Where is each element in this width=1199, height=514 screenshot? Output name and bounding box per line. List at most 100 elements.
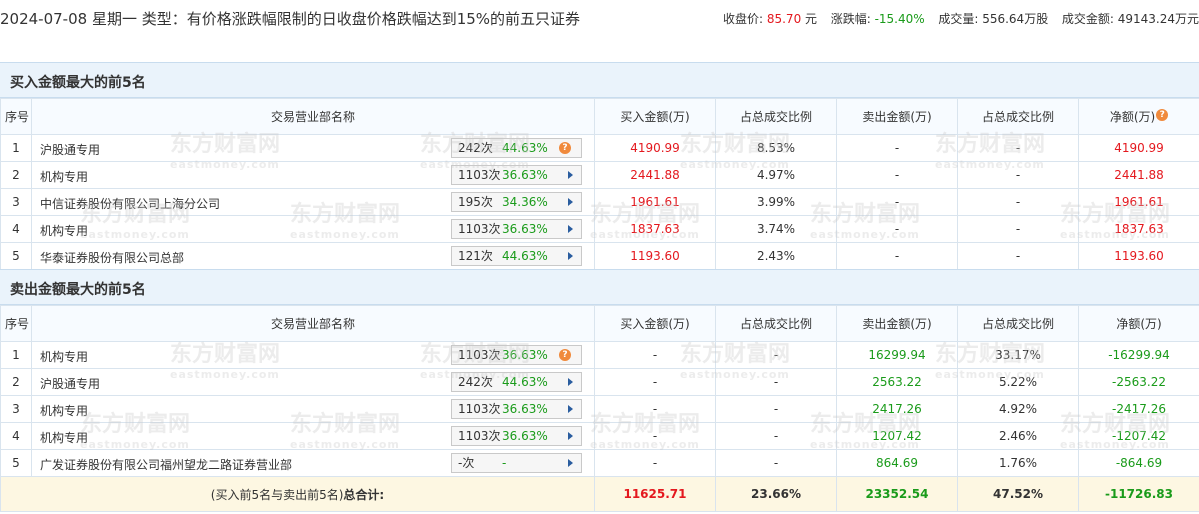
dept-name-link[interactable]: 沪股通专用	[40, 375, 100, 392]
sell-amount: 1207.42	[836, 422, 958, 450]
buy-ratio: -	[715, 341, 837, 369]
buy-amount: -	[594, 395, 716, 423]
row-seq: 5	[0, 242, 32, 270]
help-icon[interactable]: ?	[559, 349, 571, 361]
dept-cell: 沪股通专用 242次 44.63%	[31, 368, 595, 396]
buy-amount: 4190.99	[594, 134, 716, 162]
dept-stats-badge[interactable]: 1103次 36.63%	[451, 165, 582, 185]
play-arrow-icon[interactable]	[568, 432, 573, 440]
play-arrow-icon[interactable]	[568, 252, 573, 260]
buy-table-header: 序号 交易营业部名称 买入金额(万) 占总成交比例 卖出金额(万) 占总成交比例…	[0, 98, 1199, 135]
dept-name-link[interactable]: 机构专用	[40, 168, 88, 185]
col-sell-ratio: 占总成交比例	[957, 305, 1079, 342]
table-row: 4 机构专用 1103次 36.63% 1837.63 3.74% - -1837.63	[0, 215, 1199, 243]
sell-amount: 16299.94	[836, 341, 958, 369]
row-seq: 1	[0, 134, 32, 162]
buy-amount: -	[594, 422, 716, 450]
trade-count: 242次	[458, 141, 493, 155]
total-net: -11726.83	[1078, 476, 1199, 512]
table-row: 5 广发证券股份有限公司福州望龙二路证券营业部 -次 - - -864.69 1.76% -8…	[0, 449, 1199, 477]
buy-amount: 2441.88	[594, 161, 716, 189]
sell-ratio: -	[957, 134, 1079, 162]
dept-name-link[interactable]: 沪股通专用	[40, 141, 100, 158]
buy-amount: -	[594, 368, 716, 396]
sell-amount: 864.69	[836, 449, 958, 477]
dept-stats-badge[interactable]: 242次 44.63%?	[451, 138, 582, 158]
play-arrow-icon[interactable]	[568, 459, 573, 467]
buy-ratio: -	[715, 422, 837, 450]
sell-ratio: 2.46%	[957, 422, 1079, 450]
total-label-prefix: (买入前5名与卖出前5名)	[210, 487, 344, 502]
dept-cell: 机构专用 1103次 36.63%	[31, 161, 595, 189]
buy-table: 序号 交易营业部名称 买入金额(万) 占总成交比例 卖出金额(万) 占总成交比例…	[0, 98, 1199, 270]
dept-stats-badge[interactable]: 1103次 36.63%	[451, 399, 582, 419]
trade-count: 195次	[458, 195, 493, 209]
dept-name-link[interactable]: 中信证券股份有限公司上海分公司	[40, 195, 220, 212]
dept-stats-badge[interactable]: 1103次 36.63%	[451, 426, 582, 446]
close-price-label: 收盘价:	[722, 12, 764, 26]
sell-section-title: 卖出金额最大的前5名	[10, 282, 146, 298]
table-row: 4 机构专用 1103次 36.63% - -1207.42 2.46% -1207.42	[0, 422, 1199, 450]
dept-stats-badge[interactable]: 1103次 36.63%?	[451, 345, 582, 365]
volume-label: 成交量:	[938, 12, 979, 26]
net-amount: 1961.61	[1078, 188, 1199, 216]
win-rate: 36.63%	[502, 168, 548, 182]
dept-name-link[interactable]: 华泰证券股份有限公司总部	[40, 249, 184, 266]
amount-label: 成交金额:	[1061, 12, 1114, 26]
sell-amount: -	[836, 134, 958, 162]
col-buy-amount: 买入金额(万)	[594, 305, 716, 342]
trade-count: 242次	[458, 375, 493, 389]
buy-ratio: 4.97%	[715, 161, 837, 189]
win-rate: 44.63%	[502, 375, 548, 389]
sell-table: 序号 交易营业部名称 买入金额(万) 占总成交比例 卖出金额(万) 占总成交比例…	[0, 305, 1199, 512]
dept-stats-badge[interactable]: 242次 44.63%	[451, 372, 582, 392]
win-rate: -	[502, 456, 507, 470]
win-rate: 44.63%	[502, 249, 548, 263]
dept-stats-badge[interactable]: 121次 44.63%	[451, 246, 582, 266]
dept-name-link[interactable]: 广发证券股份有限公司福州望龙二路证券营业部	[40, 456, 292, 473]
dept-name-link[interactable]: 机构专用	[40, 348, 88, 365]
change-value: -15.40%	[874, 12, 925, 26]
dept-name-link[interactable]: 机构专用	[40, 429, 88, 446]
sell-ratio: 1.76%	[957, 449, 1079, 477]
sell-amount: -	[836, 188, 958, 216]
total-label: (买入前5名与卖出前5名)总合计:	[0, 476, 595, 512]
play-arrow-icon[interactable]	[568, 225, 573, 233]
net-amount: -2563.22	[1078, 368, 1199, 396]
col-dept: 交易营业部名称	[31, 305, 595, 342]
buy-ratio: -	[715, 395, 837, 423]
dept-cell: 广发证券股份有限公司福州望龙二路证券营业部 -次 -	[31, 449, 595, 477]
close-price-unit: 元	[805, 12, 818, 26]
play-arrow-icon[interactable]	[568, 171, 573, 179]
dept-name-link[interactable]: 机构专用	[40, 222, 88, 239]
net-amount: 2441.88	[1078, 161, 1199, 189]
stock-stats: 收盘价: 85.70 元 涨跌幅: -15.40% 成交量: 556.64万股 …	[723, 10, 1199, 27]
net-amount: -1207.42	[1078, 422, 1199, 450]
win-rate: 36.63%	[502, 402, 548, 416]
play-arrow-icon[interactable]	[568, 198, 573, 206]
col-dept: 交易营业部名称	[31, 98, 595, 135]
sell-ratio: -	[957, 161, 1079, 189]
sell-amount: -	[836, 161, 958, 189]
play-arrow-icon[interactable]	[568, 405, 573, 413]
sell-ratio: 5.22%	[957, 368, 1079, 396]
play-arrow-icon[interactable]	[568, 378, 573, 386]
sell-section-header: 卖出金额最大的前5名	[0, 269, 1199, 305]
dept-stats-badge[interactable]: -次 -	[451, 453, 582, 473]
help-icon[interactable]: ?	[1156, 109, 1169, 121]
col-buy-amount: 买入金额(万)	[594, 98, 716, 135]
row-seq: 2	[0, 368, 32, 396]
dept-cell: 华泰证券股份有限公司总部 121次 44.63%	[31, 242, 595, 270]
dept-stats-badge[interactable]: 1103次 36.63%	[451, 219, 582, 239]
dept-name-link[interactable]: 机构专用	[40, 402, 88, 419]
sell-amount: 2417.26	[836, 395, 958, 423]
dept-cell: 中信证券股份有限公司上海分公司 195次 34.36%	[31, 188, 595, 216]
sell-amount: -	[836, 215, 958, 243]
col-buy-ratio: 占总成交比例	[715, 98, 837, 135]
dept-stats-badge[interactable]: 195次 34.36%	[451, 192, 582, 212]
total-sell-ratio: 47.52%	[957, 476, 1079, 512]
total-buy-ratio: 23.66%	[715, 476, 837, 512]
dept-cell: 机构专用 1103次 36.63%	[31, 215, 595, 243]
help-icon[interactable]: ?	[559, 142, 571, 154]
page-header: 2024-07-08 星期一 类型：有价格涨跌幅限制的日收盘价格跌幅达到15%的…	[0, 0, 1199, 60]
